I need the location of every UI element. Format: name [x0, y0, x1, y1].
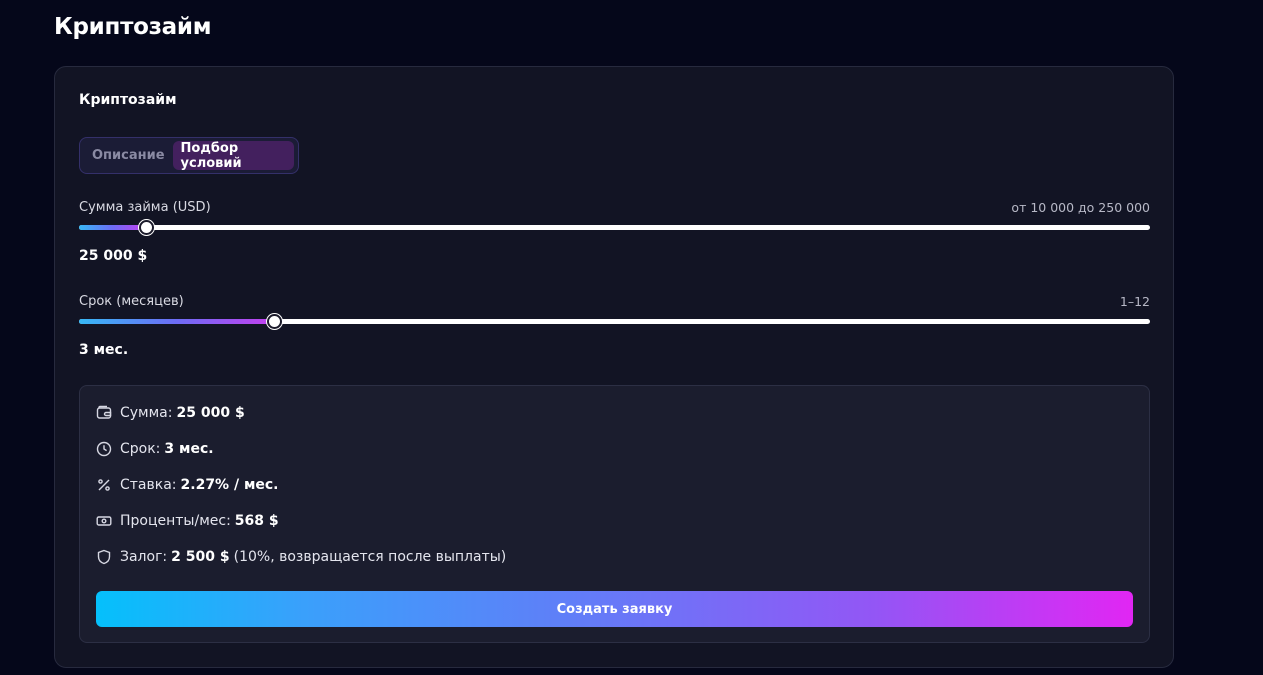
- amount-slider-block: Сумма займа (USD) от 10 000 до 250 000 2…: [79, 200, 1150, 264]
- tab-conditions[interactable]: Подбор условий: [172, 141, 294, 171]
- summary-row-term: Срок: 3 мес.: [96, 441, 214, 457]
- create-application-button[interactable]: Создать заявку: [96, 591, 1133, 627]
- summary-label: Сумма:: [120, 405, 173, 421]
- tab-description[interactable]: Описание: [84, 141, 173, 170]
- summary-label: Проценты/мес:: [120, 513, 231, 529]
- percent-icon: [96, 477, 112, 493]
- term-slider-track[interactable]: [79, 314, 1150, 329]
- term-slider-range: 1–12: [1119, 294, 1150, 309]
- summary-label: Залог:: [120, 549, 168, 565]
- term-slider-value: 3 мес.: [79, 342, 129, 358]
- wallet-icon: [96, 405, 112, 421]
- summary-value: 25 000 $: [176, 405, 245, 421]
- banknote-icon: [96, 513, 112, 529]
- amount-slider-track[interactable]: [79, 220, 1150, 235]
- amount-slider-thumb[interactable]: [138, 220, 154, 235]
- page-title: Криптозайм: [54, 14, 212, 40]
- amount-slider-label: Сумма займа (USD): [79, 200, 211, 215]
- term-slider-block: Срок (месяцев) 1–12 3 мес.: [79, 294, 1150, 358]
- amount-slider-value: 25 000 $: [79, 248, 148, 264]
- loan-card: Криптозайм Описание Подбор условий Сумма…: [54, 66, 1174, 668]
- amount-slider-fill: [79, 225, 146, 230]
- term-slider-fill: [79, 319, 274, 324]
- term-slider-thumb[interactable]: [266, 314, 282, 329]
- tab-bar: Описание Подбор условий: [79, 137, 299, 174]
- summary-label: Срок:: [120, 441, 161, 457]
- summary-value: 2 500 $: [171, 549, 230, 565]
- summary-row-interest: Проценты/мес: 568 $: [96, 513, 279, 529]
- summary-value: 568 $: [234, 513, 279, 529]
- amount-slider-range: от 10 000 до 250 000: [1011, 200, 1150, 215]
- summary-value: 3 мес.: [164, 441, 214, 457]
- collateral-note: (10%, возвращается после выплаты): [233, 549, 507, 565]
- shield-icon: [96, 549, 112, 565]
- summary-row-rate: Ставка: 2.27% / мес.: [96, 477, 279, 493]
- summary-value: 2.27% / мес.: [180, 477, 279, 493]
- summary-row-collateral: Залог: 2 500 $ (10%, возвращается после …: [96, 549, 506, 565]
- summary-label: Ставка:: [120, 477, 177, 493]
- summary-panel: Сумма: 25 000 $ Срок: 3 мес. Ставка: 2.2…: [79, 385, 1150, 643]
- term-slider-label: Срок (месяцев): [79, 294, 184, 309]
- card-title: Криптозайм: [79, 92, 177, 108]
- clock-icon: [96, 441, 112, 457]
- summary-row-amount: Сумма: 25 000 $: [96, 405, 245, 421]
